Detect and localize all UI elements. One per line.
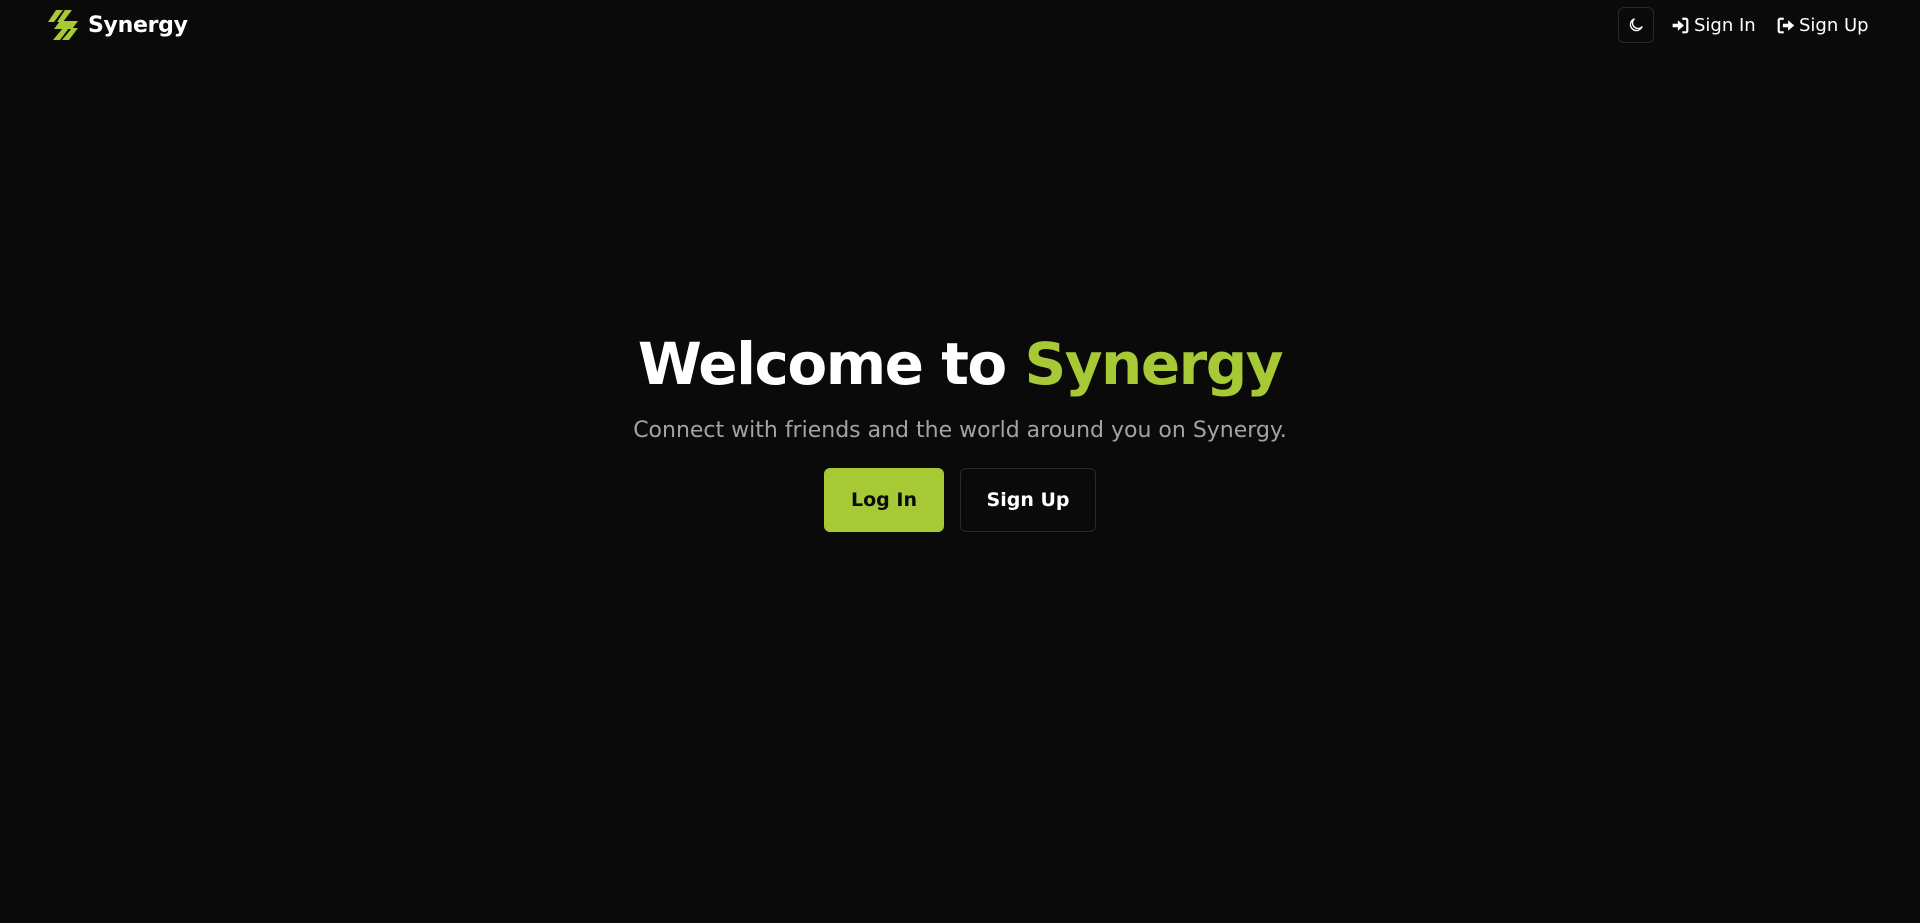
theme-toggle-button[interactable] — [1618, 7, 1654, 43]
hero-subtitle: Connect with friends and the world aroun… — [633, 418, 1287, 443]
nav-sign-in-link[interactable]: Sign In — [1670, 9, 1756, 41]
sign-up-button[interactable]: Sign Up — [960, 468, 1096, 532]
hero-actions: Log In Sign Up — [824, 468, 1096, 532]
brand-name: Synergy — [88, 12, 188, 38]
nav-sign-up-label: Sign Up — [1799, 14, 1869, 36]
hero-title-accent: Synergy — [1024, 330, 1283, 398]
hero-section: Welcome to Synergy Connect with friends … — [0, 326, 1920, 532]
log-in-button[interactable]: Log In — [824, 468, 944, 532]
synergy-logo-icon — [48, 10, 78, 40]
landing-page: Synergy Sign In Sign Up Welcome to Syner… — [0, 0, 1920, 923]
hero-title-prefix: Welcome to — [637, 330, 1025, 398]
moon-icon — [1629, 18, 1643, 32]
sign-in-icon — [1672, 17, 1689, 33]
nav-sign-up-link[interactable]: Sign Up — [1775, 9, 1869, 41]
nav-sign-in-label: Sign In — [1694, 14, 1756, 36]
brand-home-link[interactable]: Synergy — [48, 8, 188, 42]
hero-title: Welcome to Synergy — [637, 326, 1284, 402]
sign-out-icon — [1777, 17, 1795, 33]
